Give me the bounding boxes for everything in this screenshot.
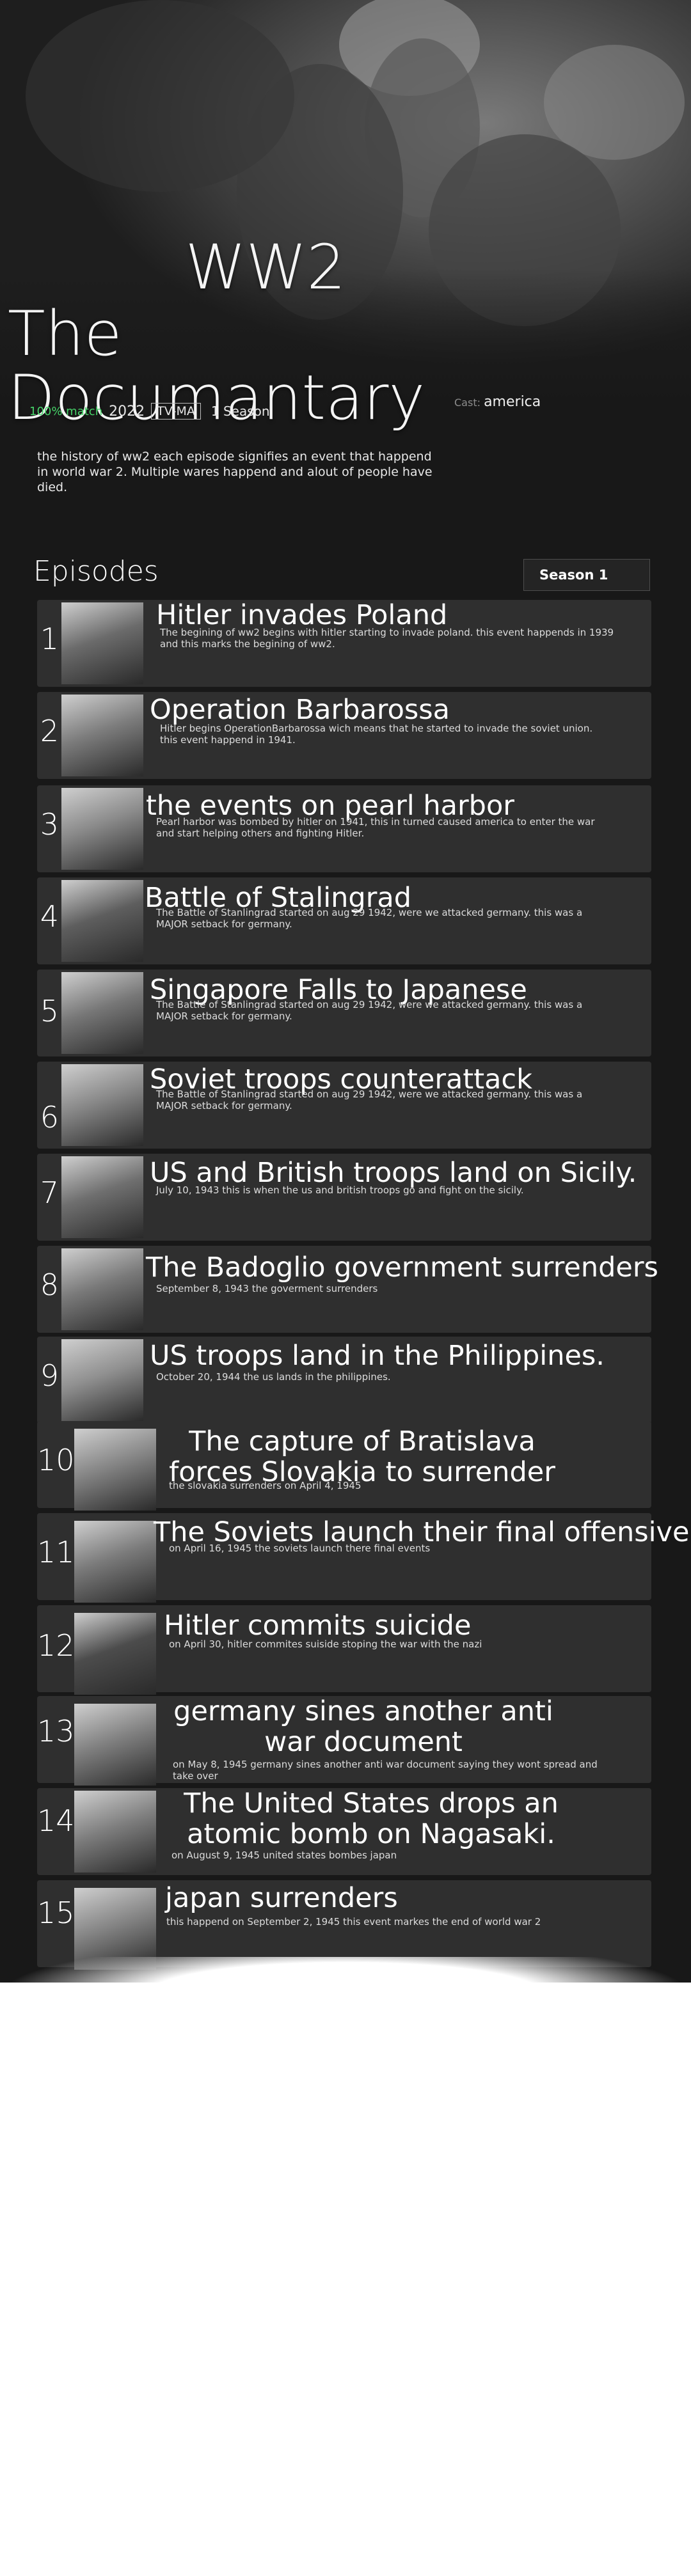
episode-card[interactable]: 12 Hitler commits suicide on April 30, hit… bbox=[37, 1605, 651, 1695]
bottom-fade bbox=[0, 1957, 691, 2046]
episode-description: this happend on September 2, 1945 this e… bbox=[166, 1916, 541, 1928]
episode-title: US troops land in the Philippines. bbox=[150, 1340, 605, 1372]
episode-description: The Battle of Stanlingrad started on aug… bbox=[156, 907, 583, 930]
episode-number: 4 bbox=[40, 899, 59, 934]
episode-thumbnail[interactable] bbox=[61, 972, 143, 1054]
episode-number: 10 bbox=[37, 1443, 75, 1477]
episode-card[interactable]: 10 The capture of Bratislava forces Slova… bbox=[37, 1421, 651, 1511]
match-score: 100% match bbox=[29, 404, 103, 418]
episode-card[interactable]: 9 US troops land in the Philippines. Octob… bbox=[37, 1337, 651, 1424]
episode-description: on April 30, hitler commites suiside sto… bbox=[169, 1638, 482, 1650]
episode-number: 15 bbox=[37, 1896, 75, 1930]
episode-number: 2 bbox=[40, 714, 59, 748]
episode-number: 14 bbox=[37, 1803, 75, 1838]
episode-description: on May 8, 1945 germany sines another ant… bbox=[173, 1759, 598, 1782]
episode-title: The capture of Bratislava forces Slovaki… bbox=[169, 1425, 555, 1488]
episode-card[interactable]: 6 Soviet troops counterattack The Battle o… bbox=[37, 1062, 651, 1149]
episode-card[interactable]: 11 The Soviets launch their final offensi… bbox=[37, 1513, 689, 1603]
episode-title: Hitler invades Poland bbox=[156, 599, 448, 631]
episode-thumbnail[interactable] bbox=[61, 1156, 143, 1238]
episode-description: on August 9, 1945 united states bombes j… bbox=[171, 1850, 397, 1861]
episode-number: 11 bbox=[37, 1535, 75, 1569]
episode-thumbnail[interactable] bbox=[61, 1339, 143, 1421]
episode-card[interactable]: 7 US and British troops land on Sicily. Ju… bbox=[37, 1154, 651, 1241]
episode-number: 13 bbox=[37, 1714, 75, 1748]
cast-label: Cast: bbox=[454, 397, 481, 409]
episode-thumbnail[interactable] bbox=[61, 788, 143, 870]
episode-card[interactable]: 14 The United States drops an atomic bomb… bbox=[37, 1788, 651, 1875]
episode-card[interactable]: 8 The Badoglio government surrenders Septe… bbox=[37, 1246, 658, 1333]
episode-card[interactable]: 15 japan surrenders this happend on Septem… bbox=[37, 1880, 651, 1970]
release-year: 2022 bbox=[109, 403, 145, 420]
episode-number: 7 bbox=[40, 1175, 59, 1210]
episode-card[interactable]: 13 germany sines another anti war documen… bbox=[37, 1695, 651, 1786]
episode-card[interactable]: 5 Singapore Falls to Japanese The Battle o… bbox=[37, 970, 651, 1056]
episode-description: October 20, 1944 the us lands in the phi… bbox=[156, 1371, 391, 1383]
show-title-line1: WW2 bbox=[185, 232, 346, 303]
episode-thumbnail[interactable] bbox=[74, 1429, 156, 1511]
episode-title: The Badoglio government surrenders bbox=[146, 1252, 658, 1284]
episode-number: 3 bbox=[40, 807, 59, 842]
episode-description: The Battle of Stanlingrad started on aug… bbox=[156, 999, 583, 1022]
episode-thumbnail[interactable] bbox=[61, 880, 143, 962]
season-count: 1 Season bbox=[210, 404, 270, 419]
episode-thumbnail[interactable] bbox=[61, 695, 143, 776]
episode-number: 6 bbox=[40, 1100, 59, 1135]
episode-thumbnail[interactable] bbox=[74, 1521, 156, 1603]
episode-description: September 8, 1943 the goverment surrende… bbox=[156, 1283, 378, 1294]
episode-number: 5 bbox=[40, 994, 59, 1028]
episode-thumbnail[interactable] bbox=[61, 602, 143, 684]
episode-description: The Battle of Stanlingrad started on aug… bbox=[156, 1088, 583, 1111]
episode-card[interactable]: 4 Battle of Stalingrad The Battle of Stanl… bbox=[37, 877, 651, 964]
episode-title: germany sines another anti war document bbox=[173, 1695, 553, 1758]
episode-number: 9 bbox=[40, 1358, 59, 1393]
episode-title: Operation Barbarossa bbox=[150, 694, 450, 726]
show-description: the history of ww2 each episode signifie… bbox=[37, 450, 433, 494]
episode-thumbnail[interactable] bbox=[61, 1064, 143, 1146]
episode-card[interactable]: 3 the events on pearl harbor Pearl harbor … bbox=[37, 785, 651, 872]
maturity-rating-badge: TV-MA bbox=[151, 403, 201, 420]
episode-thumbnail[interactable] bbox=[74, 1704, 156, 1786]
episode-description: the slovakia surrenders on April 4, 1945 bbox=[169, 1480, 361, 1491]
episode-title: Hitler commits suicide bbox=[164, 1610, 472, 1642]
episode-number: 12 bbox=[37, 1628, 75, 1663]
episode-card[interactable]: 2 Operation Barbarossa Hitler begins Opera… bbox=[37, 692, 651, 779]
episode-description: on April 16, 1945 the soviets launch the… bbox=[169, 1543, 431, 1554]
episode-number: 8 bbox=[40, 1268, 59, 1302]
episodes-heading: Episodes bbox=[33, 555, 159, 588]
cast-info: Cast: america bbox=[454, 394, 541, 410]
episode-card[interactable]: 1 Hitler invades Poland The begining of ww… bbox=[37, 600, 651, 687]
episode-title: japan surrenders bbox=[165, 1882, 398, 1914]
episode-description: July 10, 1943 this is when the us and br… bbox=[156, 1184, 524, 1196]
episode-title: The United States drops an atomic bomb o… bbox=[184, 1787, 559, 1850]
cast-value[interactable]: america bbox=[484, 394, 541, 410]
show-meta: 100% match 2022 TV-MA 1 Season bbox=[29, 403, 270, 420]
episode-thumbnail[interactable] bbox=[61, 1248, 143, 1330]
episode-description: Pearl harbor was bombed by hitler on 194… bbox=[156, 816, 595, 839]
episode-thumbnail[interactable] bbox=[74, 1613, 156, 1695]
episode-thumbnail[interactable] bbox=[74, 1791, 156, 1873]
episode-number: 1 bbox=[40, 622, 59, 656]
season-dropdown[interactable]: Season 1 bbox=[523, 559, 650, 591]
episode-title: US and British troops land on Sicily. bbox=[150, 1157, 637, 1189]
episode-description: Hitler begins OperationBarbarossa wich m… bbox=[160, 723, 593, 746]
episode-description: The begining of ww2 begins with hitler s… bbox=[160, 627, 614, 650]
